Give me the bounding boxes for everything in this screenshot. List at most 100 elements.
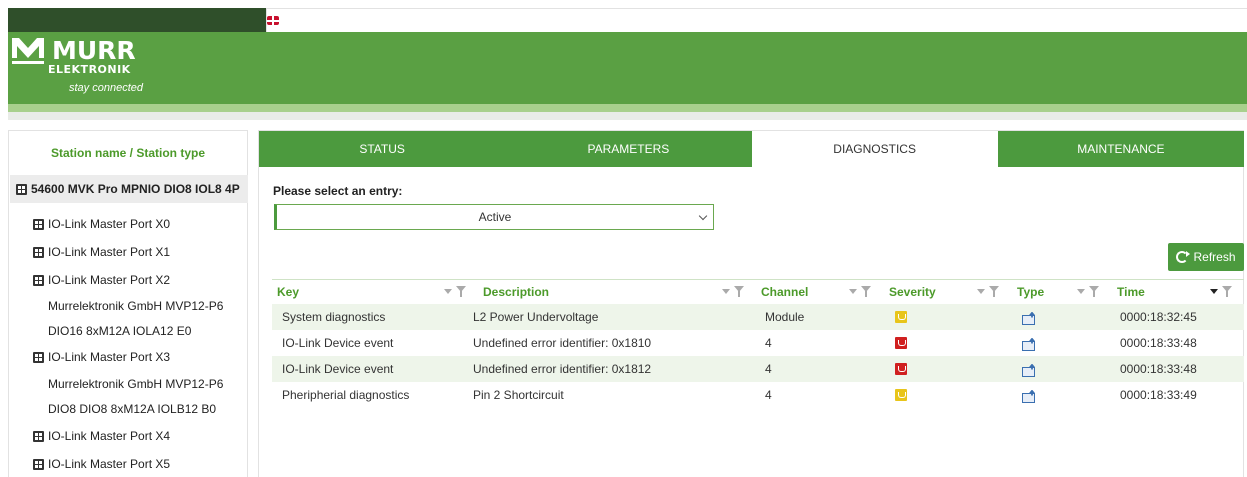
entry-select-value: Active: [478, 210, 512, 224]
column-header-type[interactable]: Type: [1017, 280, 1044, 304]
device-icon: [33, 246, 44, 258]
device-icon: [33, 218, 44, 230]
device-icon: [33, 274, 44, 286]
tree-item-label: IO-Link Master Port X2: [48, 273, 171, 287]
column-controls[interactable]: [849, 286, 871, 297]
column-header-severity[interactable]: Severity: [889, 280, 936, 304]
column-controls[interactable]: [722, 286, 744, 297]
column-controls[interactable]: [444, 286, 466, 297]
murr-logo-mark-icon: [12, 38, 44, 64]
column-controls[interactable]: [977, 286, 999, 297]
cell-severity: [895, 304, 907, 330]
device-icon: [33, 351, 44, 363]
cell-description: Undefined error identifier: 0x1812: [473, 362, 652, 376]
table-row[interactable]: Pheripherial diagnostics Pin 2 Shortcirc…: [272, 382, 1244, 408]
user-label: Logged in as: Operator: [366, 14, 479, 27]
column-header-description[interactable]: Description: [483, 280, 549, 304]
language-selector[interactable]: English: [267, 15, 334, 27]
uk-flag-icon: [267, 16, 279, 25]
cell-channel: 4: [765, 362, 772, 376]
filter-icon: [1089, 286, 1099, 297]
sort-icon: [722, 289, 730, 294]
tab-status[interactable]: STATUS: [259, 131, 506, 167]
tree-item-port-x5[interactable]: IO-Link Master Port X5: [33, 457, 170, 471]
filter-icon: [734, 286, 744, 297]
tree-item-port-x1[interactable]: IO-Link Master Port X1: [33, 245, 170, 259]
cell-key: IO-Link Device event: [282, 336, 394, 350]
tab-diagnostics[interactable]: DIAGNOSTICS: [751, 131, 998, 167]
tab-bar: STATUS PARAMETERS DIAGNOSTICS MAINTENANC…: [259, 131, 1244, 167]
table-row[interactable]: IO-Link Device event Undefined error ide…: [272, 330, 1244, 356]
tree-device-line[interactable]: Murrelektronik GmbH MVP12-P6: [48, 299, 223, 313]
cell-severity: [895, 356, 907, 382]
tree-item-port-x0[interactable]: IO-Link Master Port X0: [33, 217, 170, 231]
refresh-icon: [1176, 251, 1191, 263]
device-icon: [33, 430, 44, 442]
sort-icon: [1210, 289, 1218, 294]
refresh-label: Refresh: [1193, 250, 1236, 264]
header-accent-strip: [8, 104, 1247, 112]
cell-time: 0000:18:33:49: [1120, 388, 1197, 402]
cell-key: System diagnostics: [282, 310, 386, 324]
table-header: Key Description Channel Severity Type Ti…: [272, 279, 1244, 303]
error-icon: [895, 363, 907, 375]
cell-key: Pheripherial diagnostics: [282, 388, 410, 402]
sort-icon: [1077, 289, 1085, 294]
content-panel: STATUS PARAMETERS DIAGNOSTICS MAINTENANC…: [258, 130, 1244, 477]
cell-channel: Module: [765, 310, 805, 324]
tree-item-label: IO-Link Master Port X4: [48, 429, 171, 443]
tree-item-port-x2[interactable]: IO-Link Master Port X2: [33, 273, 170, 287]
lock-icon: [351, 15, 361, 26]
cell-time: 0000:18:33:48: [1120, 362, 1197, 376]
refresh-button[interactable]: Refresh: [1168, 243, 1244, 271]
filter-icon: [456, 286, 466, 297]
station-tree-panel: Station name / Station type 54600 MVK Pr…: [8, 130, 248, 477]
user-status[interactable]: Logged in as: Operator: [351, 15, 479, 27]
entry-select-label: Please select an entry:: [273, 184, 403, 198]
about-link[interactable]: About: [497, 15, 526, 27]
tree-item-port-x4[interactable]: IO-Link Master Port X4: [33, 429, 170, 443]
tree-device-line[interactable]: DIO16 8xM12A IOLA12 E0: [48, 324, 191, 338]
message-icon: [1022, 390, 1036, 403]
cell-type: [1022, 304, 1036, 330]
sort-icon: [444, 289, 452, 294]
column-header-channel[interactable]: Channel: [761, 280, 808, 304]
cell-description: Undefined error identifier: 0x1810: [473, 336, 652, 350]
cell-description: Pin 2 Shortcircuit: [473, 388, 564, 402]
column-header-key[interactable]: Key: [277, 280, 299, 304]
sort-icon: [849, 289, 857, 294]
tree-device-line[interactable]: Murrelektronik GmbH MVP12-P6: [48, 377, 223, 391]
diagnostics-table: Key Description Channel Severity Type Ti…: [272, 279, 1244, 403]
cell-type: [1022, 356, 1036, 382]
message-icon: [1022, 364, 1036, 377]
tree-device-line[interactable]: DIO8 DIO8 8xM12A IOLB12 B0: [48, 402, 216, 416]
message-icon: [1022, 338, 1036, 351]
tree-item-label: IO-Link Master Port X5: [48, 457, 171, 471]
cell-time: 0000:18:32:45: [1120, 310, 1197, 324]
tree-item-label: IO-Link Master Port X0: [48, 217, 171, 231]
brand-name-line1: MURR: [52, 36, 136, 65]
device-icon: [16, 183, 27, 195]
column-header-time[interactable]: Time: [1117, 280, 1145, 304]
table-row[interactable]: System diagnostics L2 Power Undervoltage…: [272, 304, 1244, 330]
top-bar: English Logged in as: Operator About: [8, 8, 1247, 32]
entry-select[interactable]: Active: [274, 204, 714, 230]
tree-root-station[interactable]: 54600 MVK Pro MPNIO DIO8 IOL8 4P: [10, 175, 248, 203]
table-row[interactable]: IO-Link Device event Undefined error ide…: [272, 356, 1244, 382]
sort-icon: [977, 289, 985, 294]
brand-name-line2: ELEKTRONIK: [48, 63, 131, 76]
error-icon: [895, 337, 907, 349]
cell-severity: [895, 330, 907, 356]
column-controls[interactable]: [1077, 286, 1099, 297]
brand-header: MURR ELEKTRONIK stay connected: [8, 32, 1247, 104]
cell-key: IO-Link Device event: [282, 362, 394, 376]
tab-maintenance[interactable]: MAINTENANCE: [997, 131, 1244, 167]
warning-icon: [895, 311, 907, 323]
tree-item-port-x3[interactable]: IO-Link Master Port X3: [33, 350, 170, 364]
tab-parameters[interactable]: PARAMETERS: [505, 131, 752, 167]
cell-time: 0000:18:33:48: [1120, 336, 1197, 350]
tree-item-label: IO-Link Master Port X1: [48, 245, 171, 259]
filter-icon: [989, 286, 999, 297]
column-controls[interactable]: [1210, 286, 1232, 297]
header-divider: [8, 112, 1247, 120]
